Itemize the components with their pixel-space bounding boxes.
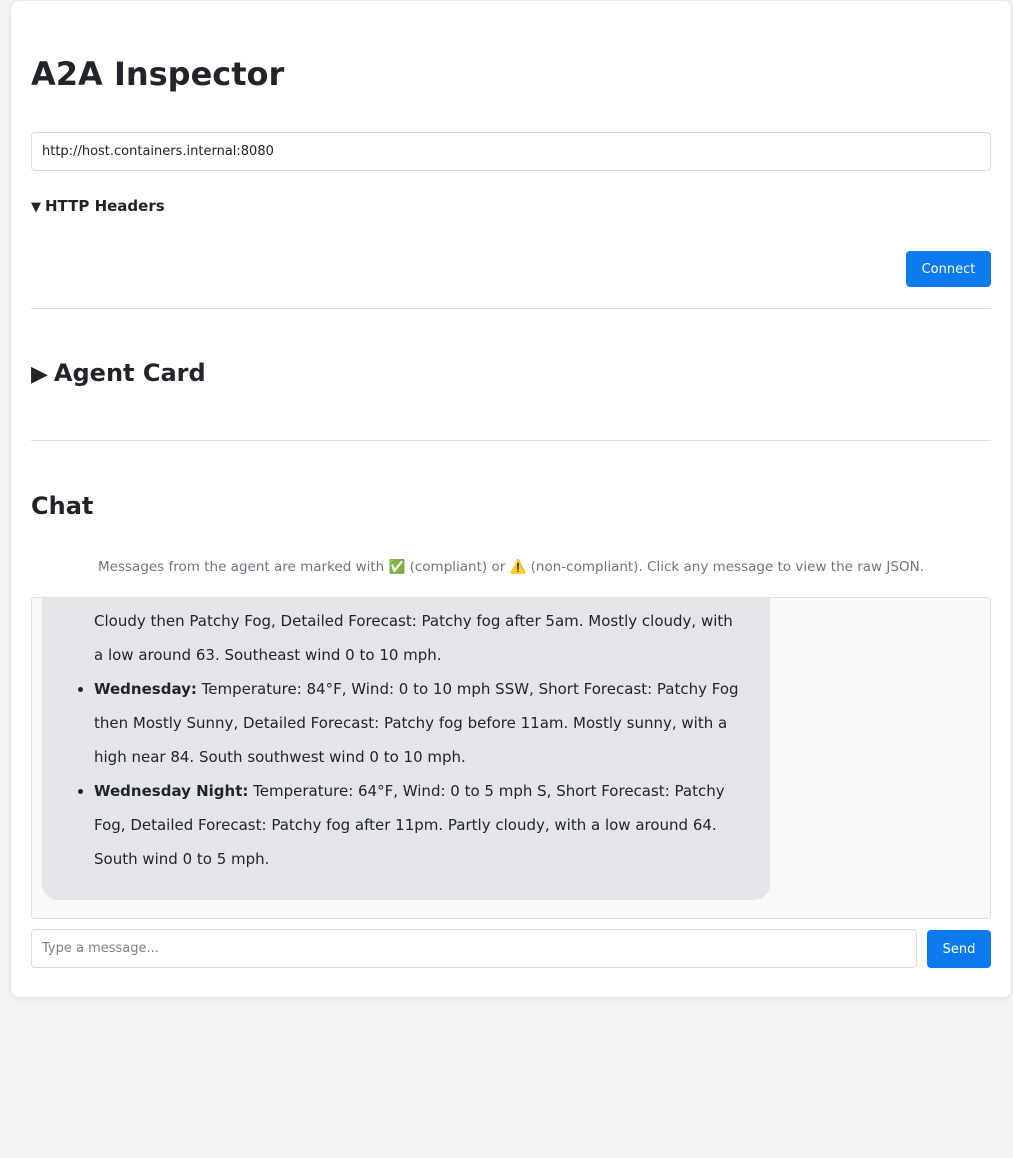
send-button[interactable]: Send [927,930,991,968]
message-input[interactable] [31,929,917,968]
list-item-label: Wednesday Night: [94,782,249,800]
forecast-list: Cloudy then Patchy Fog, Detailed Forecas… [42,604,742,876]
main-container: A2A Inspector ▼ HTTP Headers Connect ▶Age… [11,1,1011,997]
page-title: A2A Inspector [31,55,285,93]
list-item-label: Wednesday: [94,680,197,698]
list-item: Wednesday: Temperature: 84°F, Wind: 0 to… [94,672,742,774]
agent-url-input[interactable] [31,132,991,171]
triangle-down-icon: ▼ [31,200,41,215]
list-item: Cloudy then Patchy Fog, Detailed Forecas… [94,604,742,672]
chat-title: Chat [31,492,94,520]
divider [31,440,991,441]
agent-message-bubble[interactable]: Cloudy then Patchy Fog, Detailed Forecas… [42,598,770,900]
list-item-text: Cloudy then Patchy Fog, Detailed Forecas… [94,612,733,664]
agent-card-label: Agent Card [53,359,206,387]
http-headers-label: HTTP Headers [45,197,165,215]
chat-messages-area[interactable]: Cloudy then Patchy Fog, Detailed Forecas… [31,597,991,919]
chat-compliance-note: Messages from the agent are marked with … [98,559,924,575]
agent-card-toggle[interactable]: ▶ Agent Card [31,356,206,392]
triangle-right-icon: ▶ [31,362,48,387]
connect-button[interactable]: Connect [906,251,991,287]
divider [31,308,991,309]
http-headers-toggle[interactable]: ▼ HTTP Headers [31,194,165,220]
list-item: Wednesday Night: Temperature: 64°F, Wind… [94,774,742,876]
